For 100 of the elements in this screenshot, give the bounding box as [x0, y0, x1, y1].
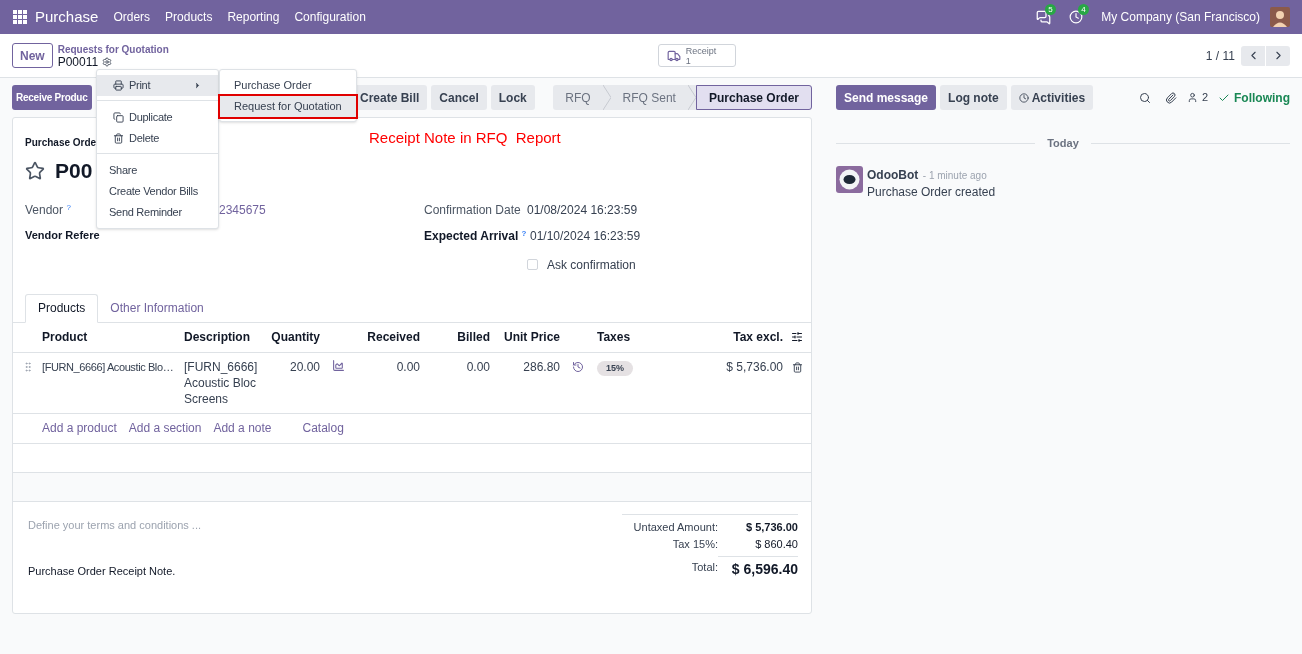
- column-settings-icon[interactable]: [791, 331, 803, 343]
- add-line-link[interactable]: Catalog: [302, 419, 344, 437]
- action-button[interactable]: Receive Produc: [12, 85, 92, 110]
- help-tooltip[interactable]: ?: [66, 202, 71, 212]
- column-header[interactable]: Description: [184, 328, 264, 346]
- menu-item[interactable]: Send Reminder: [97, 202, 218, 223]
- truck-icon: [666, 48, 681, 63]
- menu-item[interactable]: Delete: [97, 128, 218, 149]
- total-value: $ 6,596.40: [718, 555, 798, 580]
- add-line-link[interactable]: Add a product: [42, 419, 117, 437]
- total-value: $ 5,736.00: [745, 519, 798, 535]
- app-name[interactable]: Purchase: [35, 5, 99, 29]
- total-value: $ 860.40: [754, 536, 798, 552]
- note-text: Purchase Order Receipt Note.: [28, 564, 177, 579]
- settings-icon[interactable]: [102, 57, 113, 67]
- table-cell[interactable]: $ 5,736.00: [680, 358, 783, 413]
- column-header[interactable]: Quantity: [264, 328, 320, 346]
- menu-item[interactable]: Orders: [113, 8, 151, 26]
- chatter-button[interactable]: Send message: [836, 85, 937, 110]
- notification-badge: 5: [1045, 3, 1056, 15]
- action-button[interactable]: Cancel: [431, 85, 487, 110]
- add-line-link[interactable]: Add a section: [128, 419, 202, 437]
- trash-icon: [113, 133, 124, 144]
- vendor-link[interactable]: 2345675: [219, 200, 266, 219]
- table-cell[interactable]: 286.80: [490, 358, 560, 413]
- field-label: Vendor Refere: [25, 228, 100, 244]
- form-label: Purchase Orde: [25, 136, 97, 150]
- chat-icon[interactable]: [1036, 9, 1052, 25]
- status-stage[interactable]: RFQ: [553, 85, 603, 110]
- record-name: P00011: [57, 55, 99, 69]
- menu-item[interactable]: Duplicate: [97, 107, 218, 128]
- chatter-button[interactable]: Activities: [1010, 85, 1094, 110]
- previous-button[interactable]: [1241, 45, 1265, 66]
- date-separator: Today: [1046, 136, 1080, 151]
- table-cell[interactable]: 0.00: [420, 358, 490, 413]
- column-header[interactable]: Taxes: [590, 328, 680, 346]
- field-label: Expected Arrival $^{?}$: [424, 227, 528, 245]
- menu-item[interactable]: Share: [97, 160, 218, 181]
- menu-item[interactable]: Configuration: [294, 8, 366, 26]
- tab[interactable]: Other Information: [98, 293, 216, 323]
- menu-item[interactable]: Create Vendor Bills: [97, 181, 218, 202]
- table-cell[interactable]: 0.00: [350, 358, 420, 413]
- total-label: Untaxed Amount:: [633, 519, 718, 535]
- chatter-button[interactable]: Log note: [940, 85, 1007, 110]
- menu-item[interactable]: Print: [97, 75, 218, 96]
- column-header[interactable]: Billed: [420, 328, 490, 346]
- search-icon[interactable]: [1138, 91, 1151, 104]
- field-value[interactable]: 01/08/2024 16:23:59: [527, 200, 638, 219]
- table-cell[interactable]: 20.00: [264, 358, 320, 413]
- status-stage[interactable]: Purchase Order: [695, 85, 812, 110]
- menu-item[interactable]: Products: [165, 8, 213, 26]
- tab[interactable]: Products: [25, 293, 99, 323]
- following-button[interactable]: Following: [1234, 88, 1290, 107]
- star-icon[interactable]: [25, 160, 45, 181]
- record-title: P00: [55, 158, 93, 184]
- bot-avatar: [836, 165, 863, 193]
- copy-icon: [113, 112, 124, 123]
- message-author: OdooBot: [867, 167, 919, 182]
- help-tooltip[interactable]: ?: [521, 228, 527, 238]
- field-value[interactable]: 01/10/2024 16:23:59: [530, 226, 641, 245]
- column-header[interactable]: Received: [350, 328, 420, 346]
- breadcrumb-link[interactable]: Requests for Quotation: [57, 42, 458, 56]
- user-icon[interactable]: [1186, 92, 1198, 103]
- printer-icon: [113, 80, 124, 91]
- chevron-divider: [602, 85, 611, 110]
- message-body: Purchase Order created: [867, 184, 996, 199]
- field-label: Confirmation Date: [424, 201, 522, 219]
- table-cell[interactable]: [FURN_6666] Acoustic Bloc Screens: [184, 358, 264, 413]
- trash-icon[interactable]: [791, 361, 803, 373]
- column-header[interactable]: Product: [42, 328, 184, 346]
- next-button[interactable]: [1266, 45, 1290, 66]
- total-label: Total:: [691, 560, 718, 576]
- add-line-link[interactable]: Add a note: [213, 419, 272, 437]
- area-chart-icon[interactable]: [332, 358, 345, 372]
- table-cell[interactable]: [FURN_6666] Acoustic Blo…: [42, 358, 184, 375]
- reset-icon[interactable]: [572, 360, 584, 373]
- clock-icon[interactable]: [1069, 10, 1084, 24]
- receipt-smart-button[interactable]: Receipt 1: [657, 44, 736, 67]
- column-header[interactable]: Unit Price: [490, 328, 560, 346]
- chevron-divider: [687, 85, 696, 110]
- paperclip-icon[interactable]: [1164, 91, 1177, 104]
- follower-count[interactable]: 2: [1201, 89, 1208, 106]
- annotation-text: Receipt Note in RFQ Report: [369, 128, 561, 148]
- tax-tag[interactable]: 15%: [597, 360, 633, 376]
- clock-icon: [1018, 92, 1029, 103]
- menu-item[interactable]: Request for Quotation: [220, 96, 356, 117]
- new-button[interactable]: New: [12, 43, 53, 68]
- message-time: - 1 minute ago: [922, 169, 987, 181]
- pager-value: 1 / 11: [1205, 47, 1235, 65]
- total-label: Tax 15%:: [672, 536, 718, 552]
- caret-icon: [193, 81, 202, 90]
- action-button[interactable]: Lock: [490, 85, 535, 110]
- status-stage[interactable]: RFQ Sent: [610, 85, 688, 110]
- apps-grid-icon[interactable]: [13, 10, 27, 24]
- notification-badge: 4: [1078, 4, 1089, 15]
- menu-item[interactable]: Reporting: [227, 8, 280, 26]
- company-name[interactable]: My Company (San Francisco): [1101, 8, 1260, 26]
- checkbox[interactable]: [527, 259, 538, 270]
- user-avatar[interactable]: [1270, 7, 1290, 27]
- column-header[interactable]: Tax excl.: [680, 328, 783, 346]
